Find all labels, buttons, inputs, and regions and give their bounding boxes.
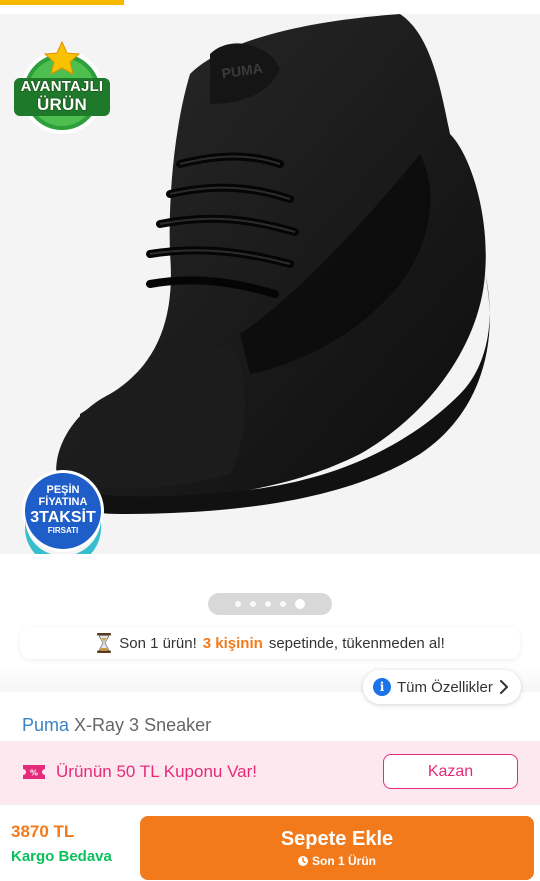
coupon-text: Ürünün 50 TL Kuponu Var!	[56, 762, 257, 781]
price: 3870 TL	[11, 822, 75, 841]
stock-warning-suffix: sepetinde, tükenmeden al!	[268, 634, 445, 652]
coupon-icon: %	[23, 765, 45, 779]
product-brand-link[interactable]: Puma	[22, 715, 69, 735]
add-to-cart-label: Sepete Ekle	[280, 828, 394, 850]
chevron-right-icon	[499, 680, 508, 694]
coupon-message: % Ürünün 50 TL Kuponu Var!	[22, 762, 257, 782]
installment-badge-line4: FIRSATI	[47, 526, 79, 535]
gallery-pager[interactable]	[208, 593, 332, 615]
claim-coupon-button[interactable]: Kazan	[383, 754, 518, 789]
pager-dot-active[interactable]	[295, 599, 305, 609]
free-shipping-label: Kargo Bedava	[11, 848, 112, 865]
clock-icon	[297, 856, 308, 866]
installment-badge-line2: FİYATINA	[38, 496, 88, 508]
pager-dot[interactable]	[280, 601, 286, 607]
info-icon: i	[373, 678, 391, 696]
all-features-button[interactable]: i Tüm Özellikler	[363, 670, 521, 704]
top-accent-bar	[0, 0, 124, 5]
add-to-cart-button[interactable]: Sepete Ekle Son 1 Ürün	[140, 816, 534, 880]
installment-badge-line3: 3TAKSİT	[30, 509, 96, 526]
coupon-banner: % Ürünün 50 TL Kuponu Var! Kazan	[0, 741, 540, 804]
advantage-badge: AVANTAJLI ÜRÜN	[14, 40, 110, 136]
advantage-badge-line2: ÜRÜN	[37, 95, 87, 114]
add-to-cart-sublabel: Son 1 Ürün	[297, 854, 376, 868]
pager-dot[interactable]	[250, 601, 256, 607]
hourglass-icon	[97, 633, 112, 653]
installment-badge: PEŞİN FİYATINA 3TAKSİT FIRSATI	[20, 468, 106, 554]
advantage-badge-line1: AVANTAJLI	[20, 78, 104, 95]
bottom-purchase-bar: 3870 TL Kargo Bedava Sepete Ekle Son 1 Ü…	[0, 804, 540, 881]
pager-dot[interactable]	[265, 601, 271, 607]
installment-badge-line1: PEŞİN	[46, 484, 80, 496]
last-item-text: Son 1 Ürün	[311, 854, 376, 868]
stock-warning: Son 1 ürün! 3 kişinin sepetinde, tükenme…	[20, 627, 520, 659]
all-features-label: Tüm Özellikler	[397, 678, 493, 696]
stock-warning-prefix: Son 1 ürün!	[119, 634, 197, 652]
product-image-gallery[interactable]: PUMA AVANTAJLI ÜRÜN PEŞİN FİYATINA 3TAKS…	[0, 14, 540, 554]
pager-dot[interactable]	[235, 601, 241, 607]
product-name: X-Ray 3 Sneaker	[74, 715, 212, 735]
product-title: Puma X-Ray 3 Sneaker	[22, 715, 211, 736]
stock-warning-highlight: 3 kişinin	[202, 634, 263, 652]
svg-text:%: %	[30, 769, 38, 778]
